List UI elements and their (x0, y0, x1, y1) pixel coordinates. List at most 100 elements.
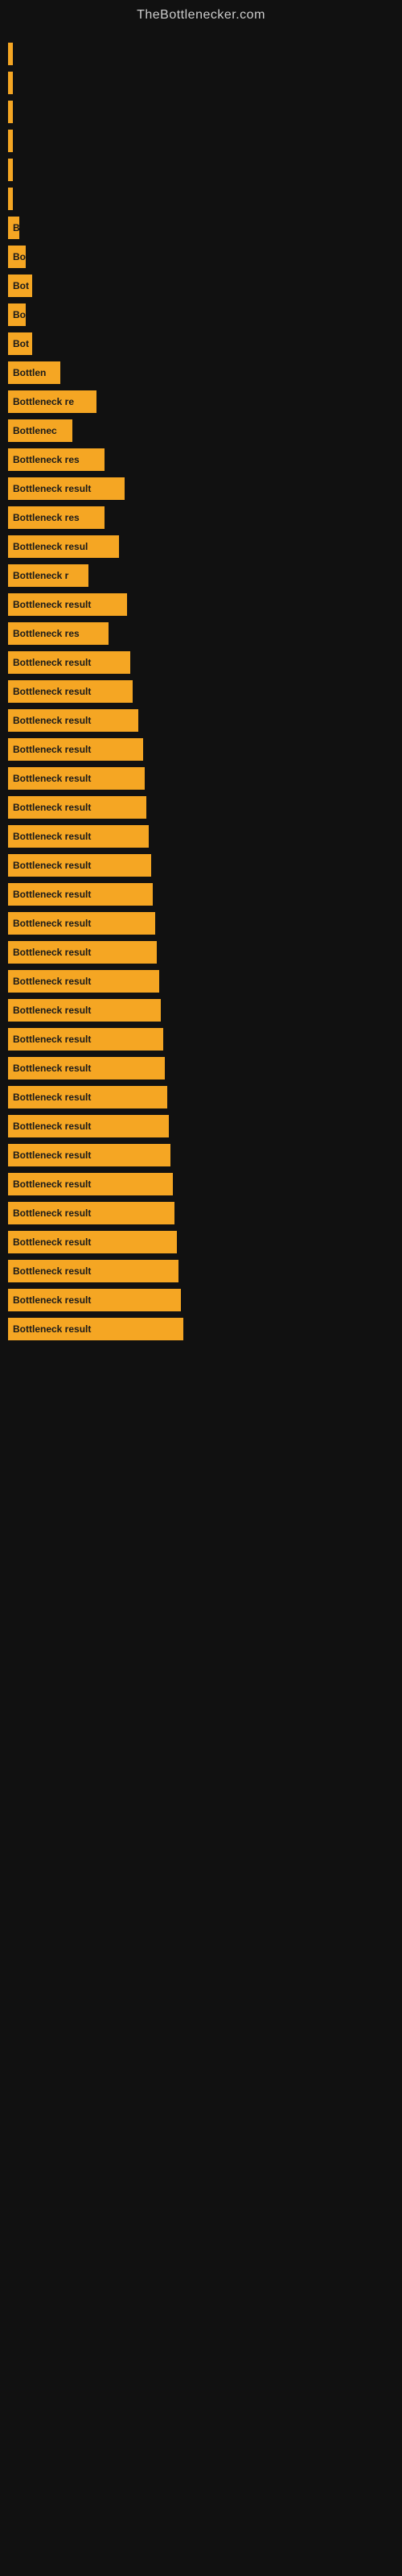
bar-item: Bottleneck result (8, 767, 145, 790)
bar-label: Bottleneck result (13, 1236, 91, 1248)
bar-item (8, 159, 13, 181)
bar-item: Bottlen (8, 361, 60, 384)
bar-row: Bottleneck result (8, 1028, 402, 1051)
bar-row: Bot (8, 332, 402, 355)
bar-row: Bottleneck result (8, 825, 402, 848)
bar-item: Bottleneck result (8, 1086, 167, 1108)
bar-label: Bottleneck result (13, 889, 91, 900)
bar-item: Bottleneck result (8, 1318, 183, 1340)
bar-label: Bottleneck result (13, 1150, 91, 1161)
bar-label: Bottleneck result (13, 1208, 91, 1219)
bar-row: Bottleneck result (8, 1173, 402, 1195)
bar-row: Bottleneck result (8, 593, 402, 616)
bar-row: Bo (8, 246, 402, 268)
bar-label: Bottleneck result (13, 976, 91, 987)
bar-row: Bot (8, 275, 402, 297)
site-title: TheBottlenecker.com (0, 0, 402, 27)
bar-row: Bottleneck result (8, 970, 402, 993)
bar-label: Bottleneck result (13, 1063, 91, 1074)
bar-row: Bottleneck re (8, 390, 402, 413)
bar-item (8, 101, 13, 123)
bar-row: Bottleneck r (8, 564, 402, 587)
bar-label: Bottleneck result (13, 1121, 91, 1132)
bar-label: Bottleneck result (13, 1034, 91, 1045)
bar-label: Bottleneck result (13, 686, 91, 697)
bar-row: Bottleneck result (8, 651, 402, 674)
bar-row: Bottlen (8, 361, 402, 384)
bar-item: Bottleneck result (8, 912, 155, 935)
bar-item: Bot (8, 275, 32, 297)
bar-label: Bottleneck result (13, 483, 91, 494)
bar-row: Bottleneck result (8, 1057, 402, 1080)
bar-item: Bottleneck result (8, 680, 133, 703)
bar-label: Bot (13, 338, 29, 349)
bar-row: Bottleneck result (8, 1202, 402, 1224)
bar-item: Bottleneck result (8, 1144, 170, 1166)
bar-label: Bottleneck result (13, 860, 91, 871)
bar-row: Bottleneck result (8, 1144, 402, 1166)
bar-item: Bottleneck re (8, 390, 96, 413)
bar-label: Bottleneck result (13, 1092, 91, 1103)
bar-row: Bottleneck res (8, 448, 402, 471)
bar-label: Bot (13, 280, 29, 291)
bar-item: Bottleneck resul (8, 535, 119, 558)
bar-label: Bottleneck result (13, 918, 91, 929)
bar-row (8, 43, 402, 65)
bar-label: Bottleneck result (13, 1323, 91, 1335)
bar-row: Bottleneck resul (8, 535, 402, 558)
bar-item: Bottleneck result (8, 1028, 163, 1051)
bar-item: Bottleneck r (8, 564, 88, 587)
bar-item: Bottleneck result (8, 1289, 181, 1311)
bar-item: Bottleneck result (8, 796, 146, 819)
bar-label: Bottleneck result (13, 1179, 91, 1190)
bar-item: Bot (8, 332, 32, 355)
bar-row: Bottleneck res (8, 622, 402, 645)
bar-row: Bottleneck result (8, 1231, 402, 1253)
bar-item: Bottleneck result (8, 854, 151, 877)
bar-row (8, 130, 402, 152)
bar-item: Bottleneck result (8, 1057, 165, 1080)
bar-label: Bo (13, 309, 26, 320)
bar-item: Bottleneck res (8, 506, 105, 529)
bar-label: Bottlenec (13, 425, 57, 436)
bar-label: Bottleneck result (13, 1294, 91, 1306)
bar-label: Bottleneck r (13, 570, 68, 581)
bar-row: Bottleneck result (8, 1289, 402, 1311)
bar-item: Bottleneck result (8, 1231, 177, 1253)
bar-label: Bottlen (13, 367, 46, 378)
bar-item: Bottleneck result (8, 1202, 174, 1224)
bar-item (8, 43, 13, 65)
bar-row (8, 188, 402, 210)
bar-row (8, 101, 402, 123)
bar-row: Bottleneck result (8, 796, 402, 819)
bar-row: B (8, 217, 402, 239)
bar-item: Bottleneck result (8, 1260, 178, 1282)
bar-row: Bottleneck result (8, 767, 402, 790)
bar-label: Bottleneck result (13, 1265, 91, 1277)
bar-item (8, 188, 13, 210)
bar-item: Bottleneck result (8, 1115, 169, 1137)
bars-container: B Bo Bot Bo Bot Bottlen Bottleneck re Bottlenec… (0, 27, 402, 1355)
bar-item: Bottleneck result (8, 883, 153, 906)
bar-item (8, 72, 13, 94)
bar-row: Bottleneck result (8, 1086, 402, 1108)
bar-label: Bottleneck res (13, 512, 80, 523)
bar-label: Bottleneck result (13, 773, 91, 784)
bar-row: Bottleneck result (8, 883, 402, 906)
bar-item: Bottleneck result (8, 738, 143, 761)
bar-item: Bottleneck result (8, 941, 157, 964)
bar-item: Bottleneck result (8, 651, 130, 674)
bar-item: Bottleneck res (8, 622, 109, 645)
bar-item: Bottleneck result (8, 970, 159, 993)
bar-label: Bottleneck result (13, 947, 91, 958)
bar-label: Bottleneck resul (13, 541, 88, 552)
bar-label: Bottleneck res (13, 628, 80, 639)
bar-label: B (13, 222, 19, 233)
bar-item: Bottleneck result (8, 1173, 173, 1195)
bar-row: Bottleneck result (8, 738, 402, 761)
bar-label: Bo (13, 251, 26, 262)
bar-item: Bo (8, 303, 26, 326)
bar-item: Bottleneck result (8, 825, 149, 848)
bar-item: Bottleneck result (8, 709, 138, 732)
bar-label: Bottleneck result (13, 657, 91, 668)
